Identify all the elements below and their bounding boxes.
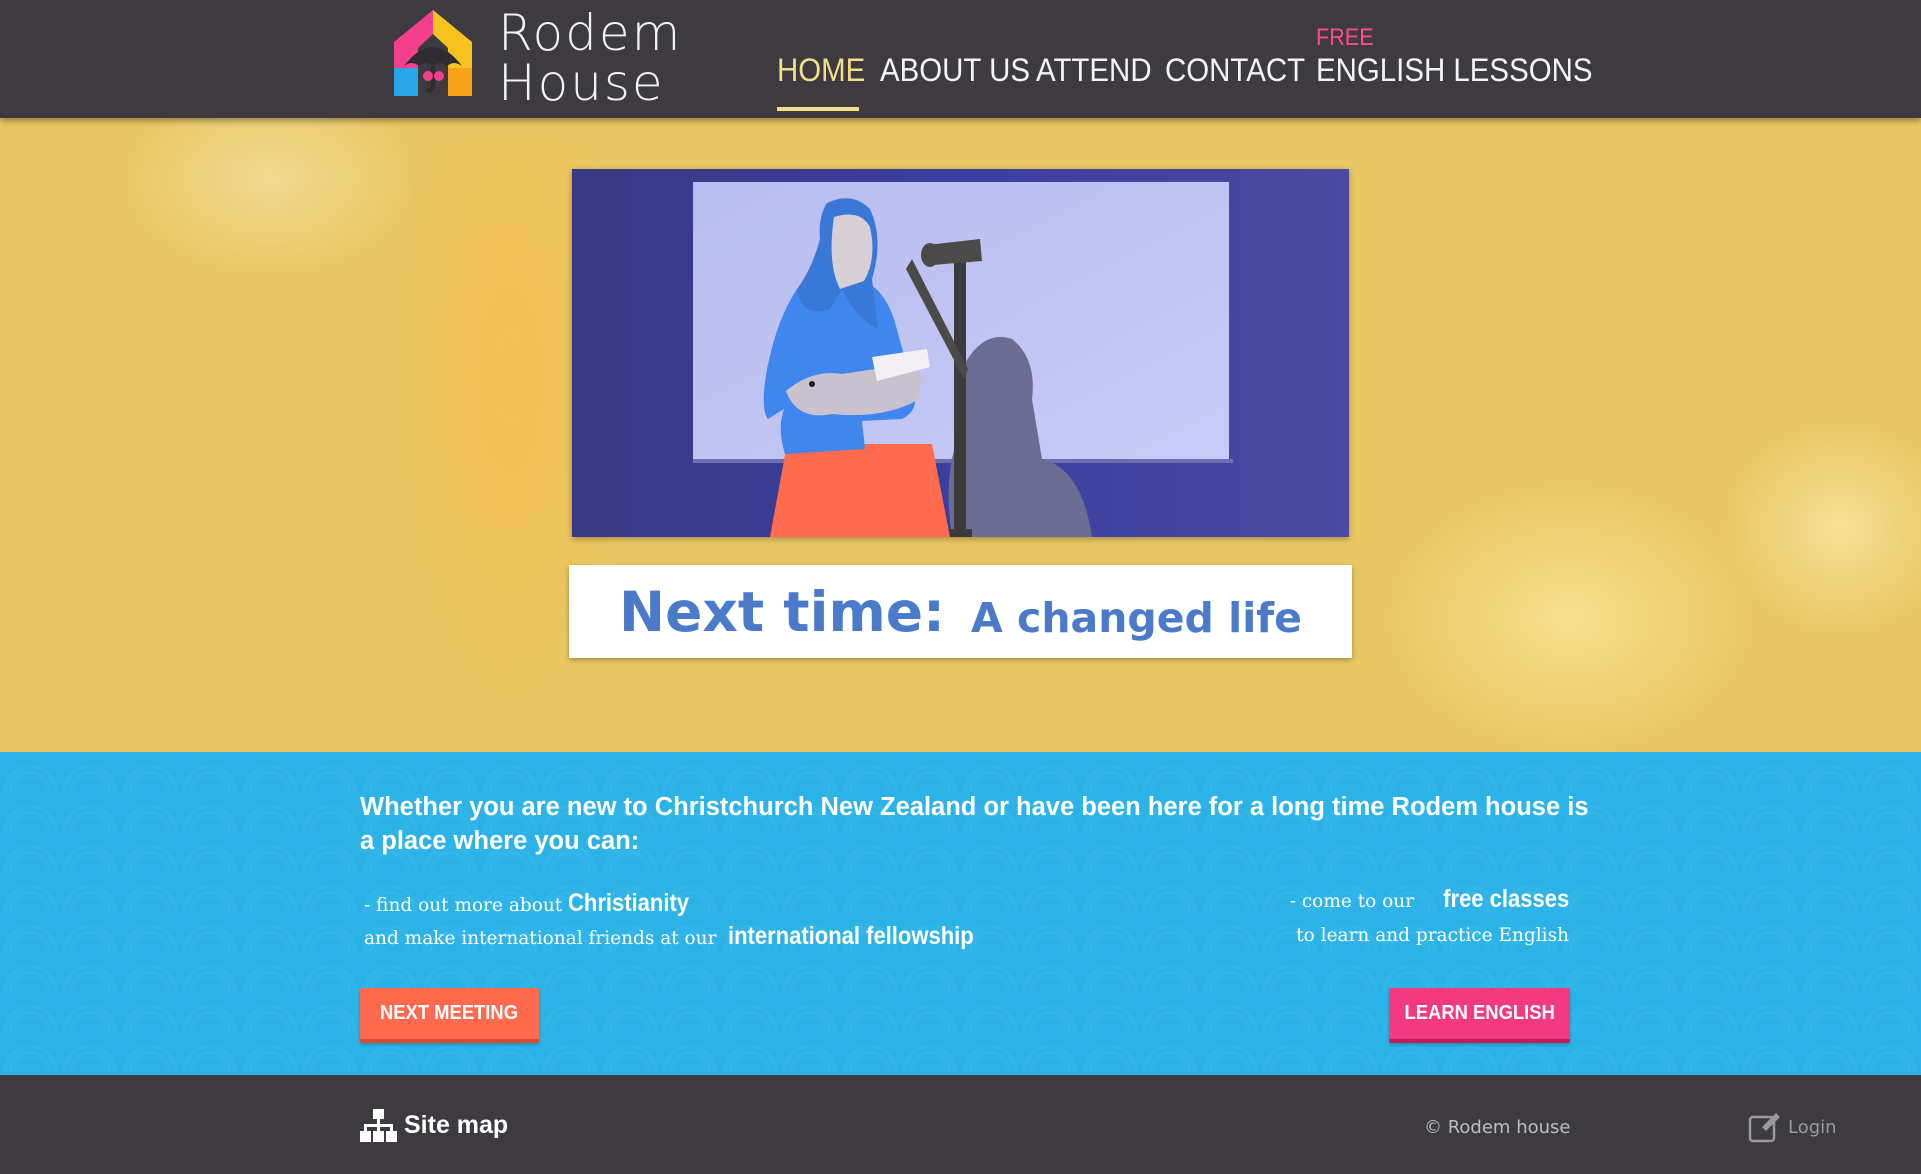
brand-name-line2: House	[498, 54, 665, 112]
site-logo[interactable]: Rodem House	[390, 8, 682, 108]
learn-english-label: LEARN ENGLISH	[1404, 1002, 1555, 1024]
nav-item-home[interactable]: HOME	[777, 52, 865, 89]
intro-christianity-block: - find out more about Christianity and m…	[364, 888, 1007, 954]
sitemap-label: Site map	[404, 1111, 509, 1139]
hero-light-glow	[1380, 478, 1760, 752]
intro-lead-text: Whether you are new to Christchurch New …	[360, 793, 1589, 855]
nav-item-attend[interactable]: ATTEND	[1036, 52, 1152, 89]
next-meeting-label: NEXT MEETING	[380, 1002, 519, 1024]
copyright-text: © Rodem house	[1424, 1117, 1571, 1138]
intro-left-line2-text: and make international friends at our	[364, 928, 717, 949]
intro-right-line2: to learn and practice English	[1296, 925, 1569, 946]
international-fellowship-highlight: international fellowship	[728, 922, 974, 950]
house-umbrella-logo-icon	[394, 10, 472, 96]
hero-light-glow	[120, 118, 420, 278]
brand-name: Rodem House	[498, 8, 682, 108]
nav-item-about-us[interactable]: ABOUT US	[880, 52, 1030, 89]
intro-section: Whether you are new to Christchurch New …	[0, 752, 1921, 1075]
hero-section: Next time: A changed life	[0, 118, 1921, 752]
headline-banner[interactable]: Next time: A changed life	[569, 565, 1352, 658]
next-meeting-button[interactable]: NEXT MEETING	[360, 988, 539, 1043]
site-header: Rodem House HOME ABOUT US ATTEND CONTACT…	[0, 0, 1921, 118]
nav-item-english-lessons[interactable]: ENGLISH LESSONS	[1316, 52, 1593, 89]
intro-left-line1: - find out more about Christianity	[364, 888, 1007, 921]
sitemap-icon	[360, 1109, 397, 1142]
learn-english-button[interactable]: LEARN ENGLISH	[1389, 988, 1570, 1043]
intro-right-line1: - come to our free classes	[1290, 882, 1569, 919]
free-badge: FREE	[1316, 24, 1374, 51]
intro-right-line1-text: - come to our	[1289, 891, 1415, 912]
edit-pencil-icon	[1748, 1113, 1780, 1143]
nav-active-underline	[777, 107, 859, 111]
headline-next-time: Next time:	[619, 579, 946, 644]
free-classes-highlight: free classes	[1442, 885, 1569, 913]
intro-left-line2: and make international friends at our in…	[364, 921, 1007, 954]
christianity-highlight: Christianity	[568, 889, 690, 917]
speaker-illustration	[572, 169, 1349, 537]
intro-english-block: - come to our free classes to learn and …	[1290, 882, 1569, 953]
intro-left-line1-text: - find out more about	[364, 895, 563, 916]
brand-name-line1: Rodem	[498, 4, 683, 62]
sitemap-link[interactable]: Site map	[360, 1109, 508, 1142]
login-link[interactable]: Login	[1748, 1111, 1837, 1143]
headline-topic: A changed life	[971, 593, 1302, 642]
site-footer: Site map © Rodem house Login	[0, 1075, 1921, 1174]
login-label: Login	[1788, 1116, 1837, 1138]
nav-item-contact[interactable]: CONTACT	[1165, 52, 1305, 89]
featured-illustration[interactable]	[572, 169, 1349, 537]
hero-light-glow	[1720, 418, 1921, 638]
